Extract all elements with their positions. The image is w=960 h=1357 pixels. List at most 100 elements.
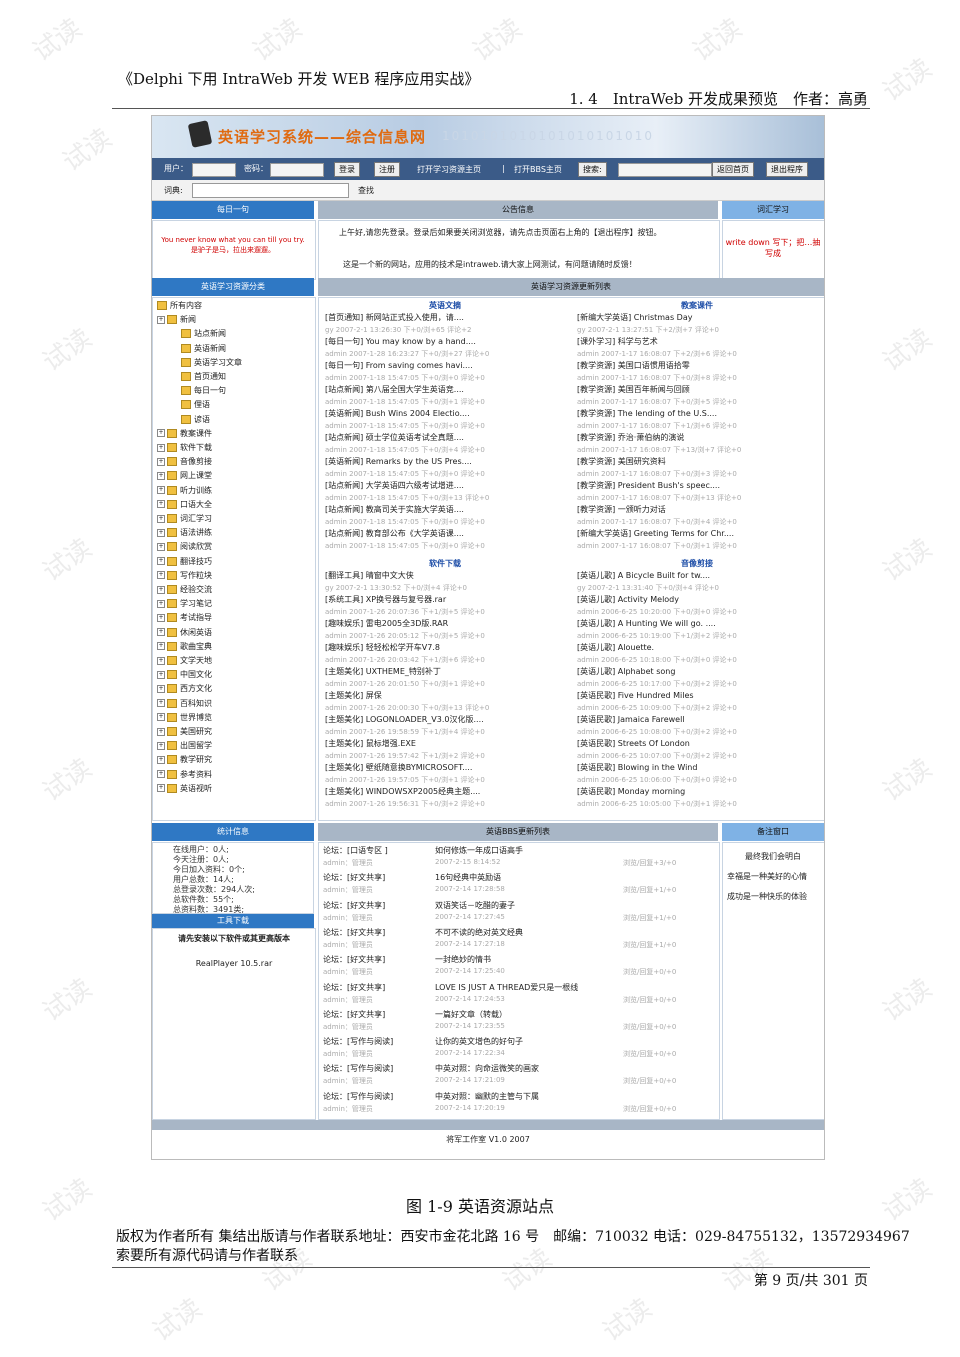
bbs-title-link[interactable]: 让你的英文增色的好句子	[435, 1036, 523, 1047]
news-title-link[interactable]: [课外学习] 科学与艺术	[577, 336, 817, 348]
password-input[interactable]	[270, 163, 324, 177]
news-title-link[interactable]: [教学资源] 乔治·萧伯纳的演说	[577, 432, 817, 444]
news-title-link[interactable]: [主题美化] 屏保	[325, 690, 565, 702]
tools-download-link[interactable]: RealPlayer 10.5.rar	[157, 959, 311, 968]
news-title-link[interactable]: [系统工具] XP换号器与复号器.rar	[325, 594, 565, 606]
tree-news[interactable]: + 新闻	[157, 314, 196, 325]
news-title-link[interactable]: [主题美化] LOGONLOADER_V3.0汉化版....	[325, 714, 565, 726]
tree-root[interactable]: 所有内容	[157, 300, 202, 311]
bbs-title-link[interactable]: LOVE IS JUST A THREAD爱只是一根线	[435, 982, 578, 993]
expand-toggle-icon[interactable]: +	[157, 727, 165, 736]
tree-news-child[interactable]: 每日一句	[181, 385, 226, 396]
expand-toggle-icon[interactable]: +	[157, 613, 165, 622]
expand-toggle-icon[interactable]: +	[157, 585, 165, 594]
tree-folder[interactable]: + 美国研究	[157, 726, 212, 737]
news-title-link[interactable]: [教学资源] 美国研究资料	[577, 456, 817, 468]
expand-toggle-icon[interactable]: +	[157, 528, 165, 537]
news-title-link[interactable]: [英语新闻] Bush Wins 2004 Electio....	[325, 408, 565, 420]
news-title-link[interactable]: [教学资源] 美国口语惯用语拾零	[577, 360, 817, 372]
username-input[interactable]	[192, 163, 236, 177]
tree-folder[interactable]: + 考试指导	[157, 612, 212, 623]
expand-toggle-icon[interactable]: +	[157, 599, 165, 608]
bbs-title-link[interactable]: 一篇好文章（转载）	[435, 1009, 507, 1020]
expand-toggle-icon[interactable]: +	[157, 542, 165, 551]
expand-toggle-icon[interactable]: +	[157, 770, 165, 779]
search-input[interactable]	[618, 163, 712, 177]
expand-toggle-icon[interactable]: +	[157, 486, 165, 495]
bbs-title-link[interactable]: 如何修炼一年成口语高手	[435, 845, 523, 856]
tree-folder[interactable]: + 休闲英语	[157, 627, 212, 638]
bbs-forum-link[interactable]: 论坛：[好文共享]	[323, 954, 385, 965]
tree-folder[interactable]: + 写作粒块	[157, 570, 212, 581]
news-title-link[interactable]: [站点新闻] 硕士学位英语考试全真题....	[325, 432, 565, 444]
bbs-title-link[interactable]: 一封绝妙的情书	[435, 954, 491, 965]
expand-toggle-icon[interactable]: +	[157, 457, 165, 466]
tree-folder[interactable]: + 西方文化	[157, 683, 212, 694]
tree-folder[interactable]: + 音像剪接	[157, 456, 212, 467]
bbs-forum-link[interactable]: 论坛：[写作与阅读]	[323, 1063, 393, 1074]
home-button[interactable]: 返回首页	[712, 162, 754, 177]
exit-button[interactable]: 退出程序	[766, 162, 808, 177]
news-title-link[interactable]: [主题美化] WINDOWSXP2005经典主题....	[325, 786, 565, 798]
bbs-title-link[interactable]: 中英对照：幽默的主管与下属	[435, 1091, 539, 1102]
news-title-link[interactable]: [站点新闻] 第八届全国大学生英语竞....	[325, 384, 565, 396]
tree-news-child[interactable]: 首页通知	[181, 371, 226, 382]
news-title-link[interactable]: [趣味娱乐] 雷电2005全3D版.RAR	[325, 618, 565, 630]
expand-toggle-icon[interactable]: +	[157, 656, 165, 665]
tree-folder[interactable]: + 英语视听	[157, 783, 212, 794]
tree-folder[interactable]: + 文学天地	[157, 655, 212, 666]
bbs-title-link[interactable]: 不可不读的绝对英文经典	[435, 927, 523, 938]
learning-home-link[interactable]: 打开学习资源主页	[417, 164, 481, 175]
bbs-title-link[interactable]: 16句经典中英励语	[435, 872, 501, 883]
bbs-forum-link[interactable]: 论坛：[好文共享]	[323, 927, 385, 938]
news-title-link[interactable]: [站点新闻] 教育部公布《大学英语课....	[325, 528, 565, 540]
login-button[interactable]: 登录	[334, 162, 360, 177]
tree-news-child[interactable]: 俚语	[181, 399, 210, 410]
tree-folder[interactable]: + 百科知识	[157, 698, 212, 709]
news-title-link[interactable]: [主题美化] UXTHEME_特别补丁	[325, 666, 565, 678]
expand-toggle-icon[interactable]: +	[157, 514, 165, 523]
expand-toggle-icon[interactable]: +	[157, 315, 165, 324]
tree-news-child[interactable]: 英语学习文章	[181, 357, 242, 368]
expand-toggle-icon[interactable]: +	[157, 429, 165, 438]
bbs-forum-link[interactable]: 论坛：[口语专区 ]	[323, 845, 388, 856]
expand-toggle-icon[interactable]: +	[157, 784, 165, 793]
news-title-link[interactable]: [英语民歌] Jamaica Farewell	[577, 714, 817, 726]
expand-toggle-icon[interactable]: +	[157, 571, 165, 580]
news-title-link[interactable]: [教学资源] The lending of the U.S....	[577, 408, 817, 420]
bbs-title-link[interactable]: 中英对照：向命运微笑的画家	[435, 1063, 539, 1074]
bbs-forum-link[interactable]: 论坛：[好文共享]	[323, 982, 385, 993]
expand-toggle-icon[interactable]: +	[157, 713, 165, 722]
expand-toggle-icon[interactable]: +	[157, 557, 165, 566]
bbs-title-link[interactable]: 双语笑话－吃醋的妻子	[435, 900, 515, 911]
news-title-link[interactable]: [英语儿歌] A Hunting We will go. ....	[577, 618, 817, 630]
tree-folder[interactable]: + 阅读欣赏	[157, 541, 212, 552]
news-title-link[interactable]: [英语新闻] Remarks by the US Pres....	[325, 456, 565, 468]
bbs-home-link[interactable]: 打开BBS主页	[514, 164, 562, 175]
news-title-link[interactable]: [教学资源] President Bush's speec....	[577, 480, 817, 492]
bbs-forum-link[interactable]: 论坛：[写作与阅读]	[323, 1036, 393, 1047]
search-button[interactable]: 搜索:	[578, 162, 607, 177]
bbs-forum-link[interactable]: 论坛：[好文共享]	[323, 872, 385, 883]
expand-toggle-icon[interactable]: +	[157, 670, 165, 679]
expand-toggle-icon[interactable]: +	[157, 443, 165, 452]
expand-toggle-icon[interactable]: +	[157, 642, 165, 651]
news-title-link[interactable]: [英语儿歌] A Bicycle Built for tw....	[577, 570, 817, 582]
news-title-link[interactable]: [英语民歌] Blowing in the Wind	[577, 762, 817, 774]
news-title-link[interactable]: [新编大学英语] Christmas Day	[577, 312, 817, 324]
tree-folder[interactable]: + 语法讲练	[157, 527, 212, 538]
news-title-link[interactable]: [英语民歌] Monday morning	[577, 786, 817, 798]
tree-folder[interactable]: + 经验交流	[157, 584, 212, 595]
expand-toggle-icon[interactable]: +	[157, 755, 165, 764]
dictionary-input[interactable]	[192, 183, 349, 198]
expand-toggle-icon[interactable]: +	[157, 471, 165, 480]
tree-folder[interactable]: + 世界博览	[157, 712, 212, 723]
tree-folder[interactable]: + 歌曲宝典	[157, 641, 212, 652]
news-title-link[interactable]: [新编大学英语] Greeting Terms for Chr....	[577, 528, 817, 540]
news-title-link[interactable]: [英语儿歌] Activity Melody	[577, 594, 817, 606]
tree-folder[interactable]: + 软件下载	[157, 442, 212, 453]
news-title-link[interactable]: [每日一句] From saving comes havi....	[325, 360, 565, 372]
tree-folder[interactable]: + 听力训练	[157, 485, 212, 496]
tree-news-child[interactable]: 英语新闻	[181, 343, 226, 354]
news-title-link[interactable]: [英语儿歌] Alphabet song	[577, 666, 817, 678]
